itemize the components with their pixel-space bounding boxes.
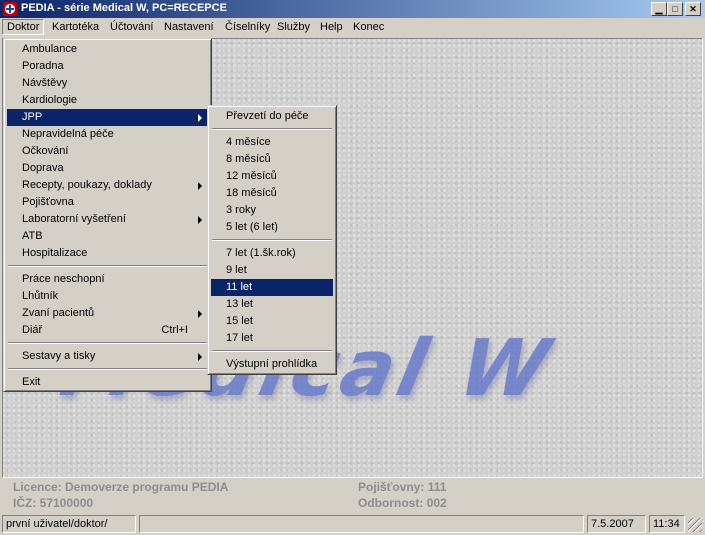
submenu-arrow-icon <box>198 114 202 122</box>
menu-konec[interactable]: Konec <box>353 21 384 33</box>
menu-item-poradna[interactable]: Poradna <box>7 58 208 75</box>
status-time: 11:34 <box>649 515 685 533</box>
menu-nastaveni[interactable]: Nastavení <box>164 21 214 33</box>
status-middle <box>139 515 584 533</box>
menu-uctovani[interactable]: Účtování <box>110 21 153 33</box>
info-area: Licence: Demoverze programu PEDIA IČZ: 5… <box>2 478 703 512</box>
menu-item-hospitalizace[interactable]: Hospitalizace <box>7 245 208 262</box>
minimize-icon: ▁ <box>655 4 663 14</box>
jpp-item-11-let[interactable]: 11 let <box>211 279 333 296</box>
minimize-button[interactable]: ▁ <box>651 2 667 16</box>
menu-item-sestavy-label: Sestavy a tisky <box>22 350 96 362</box>
menu-separator <box>212 350 332 352</box>
menu-item-jpp-label: JPP <box>22 111 43 123</box>
menu-separator <box>8 265 207 267</box>
menu-doktor[interactable]: Doktor <box>2 19 45 35</box>
menu-item-atb[interactable]: ATB <box>7 228 208 245</box>
jpp-item-8-mesicu[interactable]: 8 měsíců <box>211 151 333 168</box>
jpp-submenu: Převzetí do péče 4 měsíce 8 měsíců 12 mě… <box>207 105 337 375</box>
menu-item-doprava[interactable]: Doprava <box>7 160 208 177</box>
icz-text: IČZ: 57100000 <box>13 496 94 510</box>
pedia-app-icon[interactable] <box>2 1 18 17</box>
jpp-item-3-roky[interactable]: 3 roky <box>211 202 333 219</box>
status-user: první uživatel/doktor/ <box>2 515 136 533</box>
menu-separator <box>212 128 332 130</box>
jpp-item-4-mesice[interactable]: 4 měsíce <box>211 134 333 151</box>
title-bar[interactable]: PEDIA - série Medical W, PC=RECEPCE ▁ □ … <box>0 0 705 18</box>
menu-item-lhutnik[interactable]: Lhůtník <box>7 288 208 305</box>
status-date: 7.5.2007 <box>587 515 646 533</box>
odbornost-text: Odbornost: 002 <box>358 496 447 510</box>
jpp-item-vystupni-prohlidka[interactable]: Výstupní prohlídka <box>211 356 333 373</box>
jpp-item-15-let[interactable]: 15 let <box>211 313 333 330</box>
licence-text: Licence: Demoverze programu PEDIA <box>13 480 229 494</box>
menu-bar: Doktor Kartotéka Účtování Nastavení Číse… <box>0 18 705 38</box>
menu-sluzby[interactable]: Služby <box>277 21 310 33</box>
menu-item-exit[interactable]: Exit <box>7 374 208 391</box>
resize-grip-icon[interactable] <box>688 518 702 532</box>
menu-item-ambulance[interactable]: Ambulance <box>7 41 208 58</box>
menu-item-zvani-label: Zvaní pacientů <box>22 307 95 319</box>
doktor-menu: Ambulance Poradna Návštěvy Kardiologie J… <box>3 38 212 392</box>
submenu-arrow-icon <box>198 182 202 190</box>
menu-separator <box>212 239 332 241</box>
jpp-item-18-mesicu[interactable]: 18 měsíců <box>211 185 333 202</box>
jpp-item-5-let[interactable]: 5 let (6 let) <box>211 219 333 236</box>
close-button[interactable]: ✕ <box>685 2 701 16</box>
shortcut-text: Ctrl+I <box>161 324 188 336</box>
menu-item-laboratorni-label: Laboratorní vyšetření <box>22 213 126 225</box>
menu-item-recepty[interactable]: Recepty, poukazy, doklady <box>7 177 208 194</box>
jpp-item-9-let[interactable]: 9 let <box>211 262 333 279</box>
submenu-arrow-icon <box>198 353 202 361</box>
menu-item-zvani-pacientu[interactable]: Zvaní pacientů <box>7 305 208 322</box>
menu-help[interactable]: Help <box>320 21 343 33</box>
pojistovny-text: Pojišťovny: 111 <box>358 480 447 494</box>
menu-item-prace-neschopni[interactable]: Práce neschopní <box>7 271 208 288</box>
jpp-item-7-let[interactable]: 7 let (1.šk.rok) <box>211 245 333 262</box>
submenu-arrow-icon <box>198 216 202 224</box>
menu-item-sestavy[interactable]: Sestavy a tisky <box>7 348 208 365</box>
menu-separator <box>8 342 207 344</box>
jpp-item-12-mesicu[interactable]: 12 měsíců <box>211 168 333 185</box>
menu-item-navstevy[interactable]: Návštěvy <box>7 75 208 92</box>
submenu-arrow-icon <box>198 310 202 318</box>
window-title: PEDIA - série Medical W, PC=RECEPCE <box>21 2 227 14</box>
menu-item-pojistovna[interactable]: Pojišťovna <box>7 194 208 211</box>
menu-kartoteka[interactable]: Kartotéka <box>52 21 99 33</box>
maximize-icon: □ <box>672 4 678 14</box>
jpp-item-prevzeti[interactable]: Převzetí do péče <box>211 108 333 125</box>
menu-item-diar[interactable]: Diář Ctrl+I <box>7 322 208 339</box>
menu-item-recepty-label: Recepty, poukazy, doklady <box>22 179 152 191</box>
maximize-button[interactable]: □ <box>667 2 683 16</box>
menu-item-diar-label: Diář <box>22 324 43 336</box>
menu-item-nepravidelna-pece[interactable]: Nepravidelná péče <box>7 126 208 143</box>
menu-item-jpp[interactable]: JPP <box>7 109 208 126</box>
menu-item-laboratorni[interactable]: Laboratorní vyšetření <box>7 211 208 228</box>
status-bar: první uživatel/doktor/ 7.5.2007 11:34 <box>0 514 705 535</box>
jpp-item-17-let[interactable]: 17 let <box>211 330 333 347</box>
menu-item-kardiologie[interactable]: Kardiologie <box>7 92 208 109</box>
jpp-item-13-let[interactable]: 13 let <box>211 296 333 313</box>
menu-ciselniky[interactable]: Číselníky <box>225 21 270 33</box>
menu-separator <box>8 368 207 370</box>
menu-item-ockovani[interactable]: Očkování <box>7 143 208 160</box>
close-icon: ✕ <box>689 4 697 14</box>
